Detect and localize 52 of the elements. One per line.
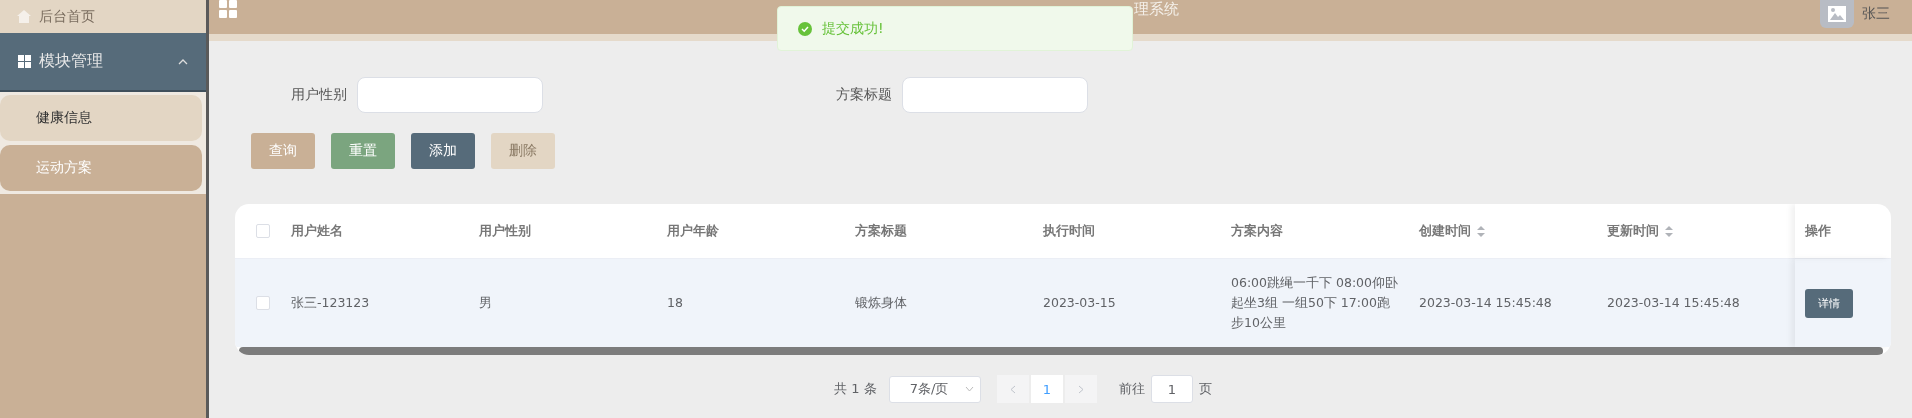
chevron-icon (178, 58, 188, 65)
column-header: 操作 (1805, 222, 1831, 240)
column-header: 用户年龄 (667, 222, 720, 240)
app-title: 理系统 (1134, 0, 1179, 18)
reset-button[interactable]: 重置 (331, 133, 395, 169)
table-cell-text: 18 (667, 294, 684, 312)
select-all-checkbox[interactable] (256, 224, 270, 238)
column-header[interactable]: 更新时间 (1607, 221, 1795, 241)
goto-page-input[interactable]: 1 (1150, 375, 1193, 403)
details-button[interactable]: 详情 (1805, 288, 1853, 318)
column-header: 用户性别 (479, 222, 532, 240)
table-cell-text: 张三-123123 (291, 294, 371, 312)
grid-icon[interactable] (219, 0, 237, 18)
table-cell-text: 2023-03-14 15:45:48 (1419, 294, 1553, 312)
column-header: 用户姓名 (291, 222, 344, 240)
chevron-down-icon (964, 386, 974, 392)
add-button[interactable]: 添加 (411, 133, 475, 169)
avatar-image-icon[interactable] (1820, 0, 1854, 28)
submenu-item[interactable]: 健康信息 (0, 95, 202, 141)
menu-group[interactable]: 模块管理 (0, 33, 206, 92)
column-header[interactable]: 创建时间 (1419, 221, 1607, 241)
table-cell-text: 锻炼身体 (855, 294, 908, 312)
check-circle-icon (798, 21, 812, 36)
page-size-select[interactable]: 7条/页 (888, 375, 981, 403)
page-button[interactable]: 1 (1030, 375, 1063, 403)
home-icon (17, 10, 31, 23)
chevron-left-icon (1009, 384, 1016, 394)
sort-icon (1477, 225, 1485, 237)
total-count: 共 1 条 (834, 380, 877, 398)
scrollbar[interactable] (239, 347, 1883, 355)
table-cell-text: 06:00跳绳一千下 08:00仰卧起坐3组 一组50下 17:00跑步10公里 (1231, 274, 1400, 332)
column-header: 执行时间 (1043, 222, 1096, 240)
column-header: 方案内容 (1231, 222, 1284, 240)
filter-input[interactable] (902, 77, 1088, 113)
filter-input[interactable] (357, 77, 543, 113)
row-checkbox[interactable] (256, 296, 270, 310)
table-cell-text: 2023-03-14 15:45:48 (1607, 294, 1741, 312)
next-page-button[interactable] (1064, 375, 1097, 403)
filter-label: 方案标题 (836, 86, 892, 104)
sort-icon (1665, 225, 1673, 237)
chevron-right-icon (1077, 384, 1084, 394)
sidebar-item[interactable]: 后台首页 (0, 0, 206, 33)
filter-label: 用户性别 (291, 86, 347, 104)
prev-page-button[interactable] (996, 375, 1029, 403)
table-cell-text: 男 (479, 294, 493, 312)
column-header: 方案标题 (855, 222, 908, 240)
table-cell-text: 2023-03-15 (1043, 294, 1117, 312)
page-suffix: 页 (1198, 380, 1212, 398)
user-name[interactable]: 张三 (1862, 0, 1890, 23)
goto-label: 前往 (1118, 380, 1145, 398)
toast-message: 提交成功! (822, 19, 884, 38)
grid-icon (18, 55, 31, 68)
